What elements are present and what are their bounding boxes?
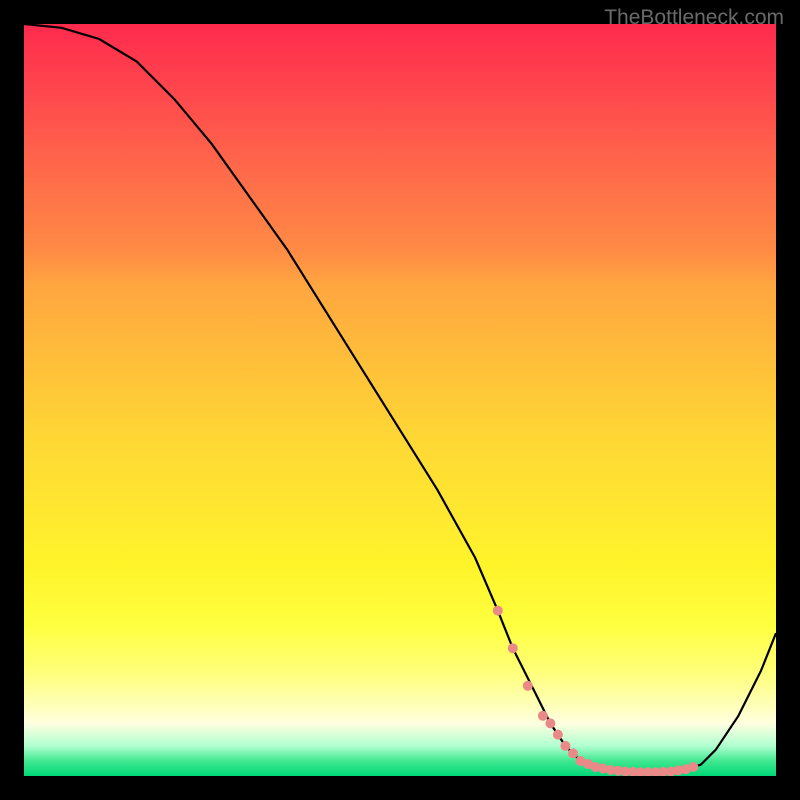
chart-svg [24,24,776,776]
highlight-dot [553,730,563,740]
highlight-dot [493,606,503,616]
highlight-dot [688,762,698,772]
highlight-dot [568,748,578,758]
highlight-dots [493,606,699,776]
attribution-text: TheBottleneck.com [604,6,784,30]
plot-area [24,24,776,776]
main-curve [24,24,776,772]
highlight-dot [545,718,555,728]
highlight-dot [523,681,533,691]
highlight-dot [508,643,518,653]
highlight-dot [538,711,548,721]
highlight-dot [560,741,570,751]
